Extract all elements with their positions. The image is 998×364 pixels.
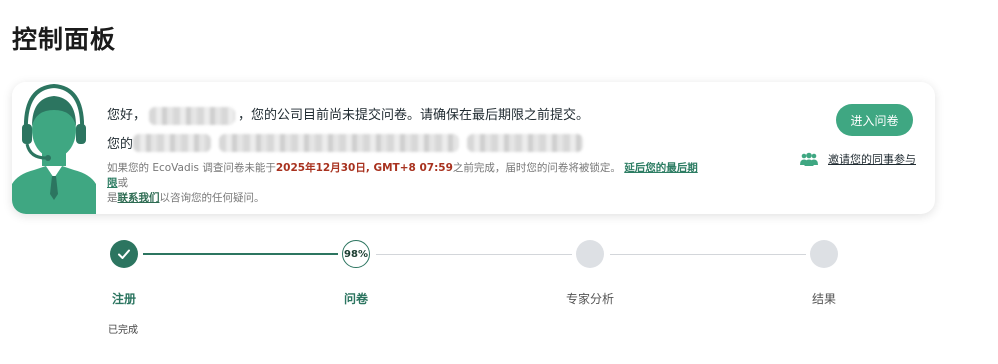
questionnaire-progress: 98% [344,248,368,260]
step-connector [376,254,572,255]
company-info-line: 您的 [107,133,591,152]
redacted-text [219,133,460,152]
support-agent-icon [12,82,96,214]
note-text: 如果您的 EcoVadis 调查问卷未能于 [107,162,276,174]
invite-label: 邀请您的同事参与 [828,153,916,166]
invite-colleagues-link[interactable]: 邀请您的同事参与 [800,151,916,167]
step-label-results: 结果 [811,292,836,306]
enter-questionnaire-button[interactable]: 进入问卷 [836,104,913,136]
step-registration-indicator [110,240,138,268]
step-expert-analysis-indicator [576,240,604,268]
redacted-text [467,133,584,152]
step-connector-complete [143,253,338,255]
greeting-message: 您好， ，您的公司目前尚未提交问卷。请确保在最后期限之前提交。 [107,104,589,125]
submission-notice-card: 您好， ，您的公司目前尚未提交问卷。请确保在最后期限之前提交。 您的 如果您的 E… [12,82,935,214]
redacted-name [149,106,236,125]
step-connector [610,254,806,255]
page-title: 控制面板 [12,25,117,54]
note-text: 或 [117,177,129,189]
greeting-prefix: 您好， [107,108,147,123]
greeting-suffix: ，您的公司目前尚未提交问卷。请确保在最后期限之前提交。 [238,108,590,123]
note-text: 以咨询您的任何疑问。 [159,192,265,204]
step-registration-status: 已完成 [108,325,138,336]
step-label-expert-analysis: 专家分析 [565,292,614,306]
redacted-text [133,133,212,152]
contact-us-link[interactable]: 联系我们 [118,192,160,204]
line2-prefix: 您的 [107,137,134,152]
deadline-note: 如果您的 EcoVadis 调查问卷未能于2025年12月30日, GMT+8 … [107,161,707,206]
checkmark-icon [118,249,130,259]
step-label-registration: 注册 [111,292,136,306]
step-label-questionnaire: 问卷 [343,292,368,306]
step-results-indicator [810,240,838,268]
note-text: 之前完成，届时您的问卷将被锁定。 [452,162,621,174]
step-questionnaire-indicator: 98% [342,240,370,268]
deadline-date: 2025年12月30日, GMT+8 07:59 [275,162,453,174]
users-icon [800,152,818,166]
note-text: 是 [107,192,118,204]
